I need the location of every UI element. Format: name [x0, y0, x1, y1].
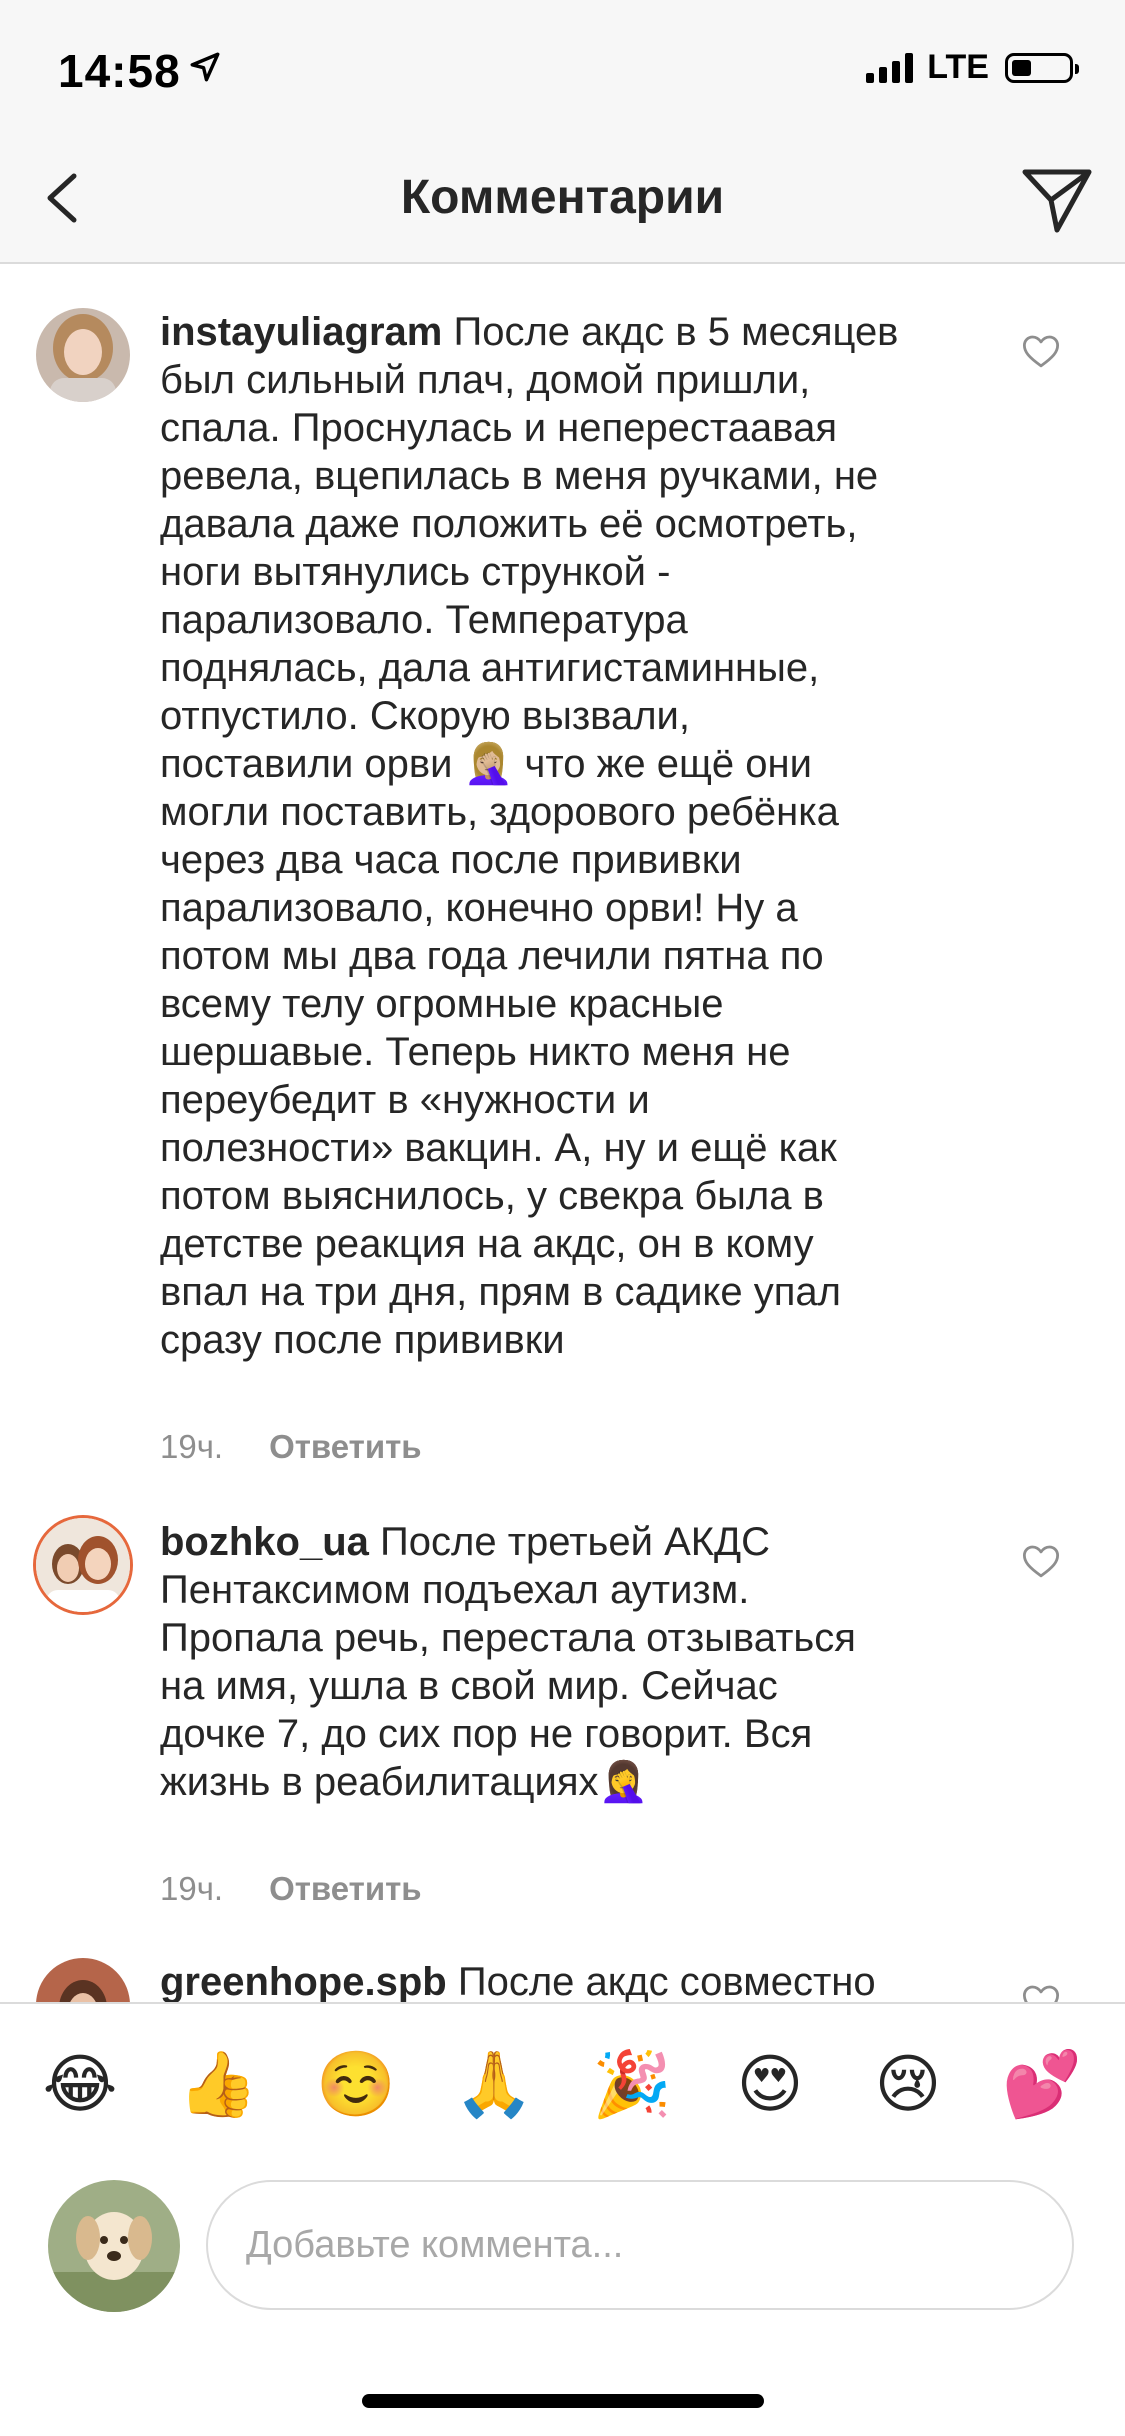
comment-meta: 19ч. Ответить — [160, 1428, 422, 1466]
network-type: LTE — [927, 48, 989, 86]
comment-time: 19ч. — [160, 1428, 224, 1465]
cellular-signal-icon — [866, 52, 914, 83]
comment-line: сразу после прививки — [160, 1318, 565, 1362]
comment-line: спала. Проснулась и неперестаавая — [160, 406, 837, 450]
emoji-joy-button[interactable]: 😂 — [40, 2050, 120, 2120]
comment-line: на имя, ушла в свой мир. Сейчас — [160, 1664, 778, 1708]
comment-line: После акдс в 5 месяцев — [453, 310, 899, 354]
comment-line: шершавые. Теперь никто меня не — [160, 1030, 791, 1074]
emoji-pray-button[interactable]: 🙏 — [454, 2050, 534, 2120]
emoji-two-hearts-button[interactable]: 💕 — [1002, 2050, 1082, 2120]
comment-line: парализовало. Температура — [160, 598, 688, 642]
nav-bar: Комментарии — [0, 132, 1125, 264]
comment-line: дочке 7, до сих пор не говорит. Вся — [160, 1712, 813, 1756]
comment-line: отпустило. Скорую вызвали, — [160, 694, 690, 738]
comment-line: впал на три дня, прям в садике упал — [160, 1270, 841, 1314]
heart-icon[interactable] — [1020, 1540, 1062, 1582]
comment-input[interactable] — [206, 2180, 1074, 2310]
comment-line: полезности» вакцин. А, ну и ещё как — [160, 1126, 837, 1170]
avatar[interactable] — [36, 308, 130, 402]
send-direct-icon[interactable] — [1019, 162, 1095, 238]
comment-line: Пентаксимом подъехал аутизм. — [160, 1568, 750, 1612]
home-indicator[interactable] — [362, 2394, 764, 2408]
location-arrow-icon — [190, 52, 220, 82]
comment-text: instayuliagram После акдс в 5 месяцев бы… — [160, 308, 970, 1364]
emoji-quick-bar: 😂 👍 ☺️ 🙏 🎉 😍 😢 💕 — [0, 2002, 1125, 2166]
comment-line: потом мы два года лечили пятна по — [160, 934, 824, 978]
comment-line: Пропала речь, перестала отзываться — [160, 1616, 856, 1660]
emoji-heart-eyes-button[interactable]: 😍 — [730, 2050, 810, 2120]
comment-username[interactable]: bozhko_ua — [160, 1520, 369, 1564]
comment-meta: 19ч. Ответить — [160, 1870, 422, 1908]
reply-button[interactable]: Ответить — [269, 1428, 422, 1465]
emoji-crying-button[interactable]: 😢 — [868, 2050, 948, 2120]
comment-line: могли поставить, здорового ребёнка — [160, 790, 839, 834]
comment-username[interactable]: greenhope.spb — [160, 1960, 447, 2002]
status-bar: 14:58 LTE — [0, 0, 1125, 132]
battery-icon — [1005, 52, 1079, 83]
comment-compose-row — [0, 2166, 1125, 2366]
heart-icon[interactable] — [1020, 1980, 1062, 2002]
emoji-thumbs-up-button[interactable]: 👍 — [178, 2050, 258, 2120]
emoji-smiling-button[interactable]: ☺️ — [316, 2050, 396, 2120]
comment-line: всему телу огромные красные — [160, 982, 724, 1026]
comment-line: был сильный плач, домой пришли, — [160, 358, 811, 402]
comment-line: После третьей АКДС — [380, 1520, 771, 1564]
comment-line: ревела, вцепилась в меня ручками, не — [160, 454, 879, 498]
comment-username[interactable]: instayuliagram — [160, 310, 442, 354]
comment-line: поставили орви 🤦🏼‍♀️ что же ещё они — [160, 742, 812, 786]
reply-button[interactable]: Ответить — [269, 1870, 422, 1907]
comment-line: давала даже положить её осмотреть, — [160, 502, 858, 546]
comments-list[interactable]: instayuliagram После акдс в 5 месяцев бы… — [0, 264, 1125, 2002]
comment-text: bozhko_ua После третьей АКДС Пентаксимом… — [160, 1518, 970, 1806]
comment-line: потом выяснилось, у свекра была в — [160, 1174, 824, 1218]
comment-line: жизнь в реабилитациях🤦‍♀️ — [160, 1760, 649, 1804]
heart-icon[interactable] — [1020, 330, 1062, 372]
comment-text: greenhope.spb После акдс совместно — [160, 1958, 970, 2002]
comment-line: парализовало, конечно орви! Ну а — [160, 886, 798, 930]
comment-line: через два часа после прививки — [160, 838, 742, 882]
comment-line: переубедит в «нужности и — [160, 1078, 650, 1122]
status-time: 14:58 — [58, 45, 181, 97]
comment-line: детстве реакция на акдс, он в кому — [160, 1222, 814, 1266]
battery-level — [1012, 59, 1031, 76]
my-avatar — [48, 2180, 180, 2312]
avatar[interactable] — [36, 1958, 130, 2002]
comment-line: ноги вытянулись стрункой - — [160, 550, 671, 594]
comment-line: поднялась, дала антигистаминные, — [160, 646, 820, 690]
page-title: Комментарии — [400, 171, 725, 224]
comment-time: 19ч. — [160, 1870, 224, 1907]
status-indicators: LTE — [866, 48, 1079, 87]
emoji-party-button[interactable]: 🎉 — [592, 2050, 672, 2120]
avatar[interactable] — [36, 1518, 130, 1612]
comment-line: После акдс совместно — [457, 1960, 876, 2002]
